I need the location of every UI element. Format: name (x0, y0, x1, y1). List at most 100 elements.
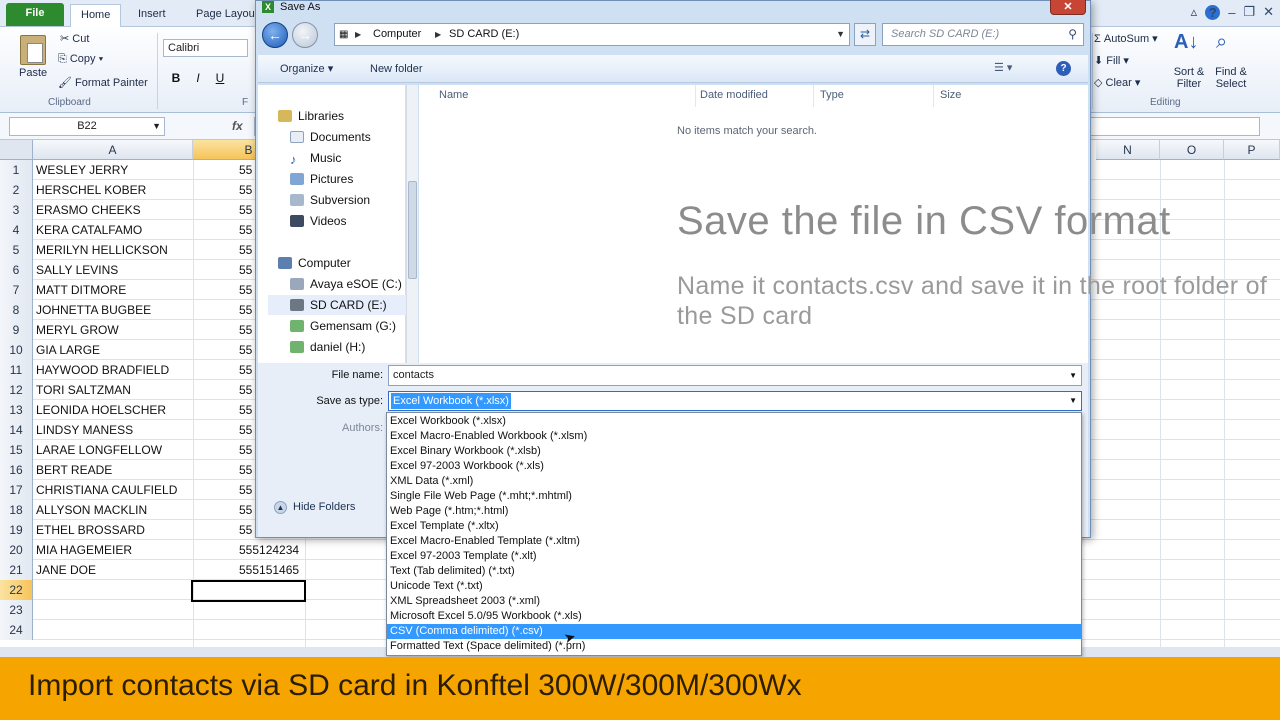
row-header[interactable]: 1 (0, 160, 33, 180)
select-all-corner[interactable] (0, 140, 33, 160)
nav-music[interactable]: ♪ Music (290, 148, 341, 168)
cell-phone[interactable]: 55 (239, 340, 252, 360)
cell-name[interactable]: CHRISTIANA CAULFIELD (36, 480, 177, 500)
cell-name[interactable]: JANE DOE (36, 560, 96, 580)
hide-folders-button[interactable]: ▲ Hide Folders (274, 501, 355, 514)
row-header[interactable]: 2 (0, 180, 33, 200)
save-type-option[interactable]: Web Page (*.htm;*.html) (387, 504, 1081, 519)
row-header[interactable]: 16 (0, 460, 33, 480)
cell-phone[interactable]: 55 (239, 300, 252, 320)
cell-phone[interactable]: 55 (239, 420, 252, 440)
breadcrumb-computer[interactable]: Computer (373, 24, 421, 45)
row-header[interactable]: 23 (0, 600, 33, 620)
row-header[interactable]: 4 (0, 220, 33, 240)
cell-phone[interactable]: 55 (239, 240, 252, 260)
dialog-close-button[interactable]: ✕ (1050, 0, 1086, 15)
save-type-option[interactable]: Excel Workbook (*.xlsx) (387, 414, 1081, 429)
paste-icon[interactable] (20, 35, 46, 65)
save-type-option[interactable]: Unicode Text (*.txt) (387, 579, 1081, 594)
nav-pictures[interactable]: Pictures (290, 169, 353, 189)
row-header[interactable]: 12 (0, 380, 33, 400)
cell-name[interactable]: TORI SALTZMAN (36, 380, 131, 400)
save-type-select[interactable]: Excel Workbook (*.xlsx) ▼ (388, 391, 1082, 411)
save-type-option[interactable]: XML Spreadsheet 2003 (*.xml) (387, 594, 1081, 609)
format-painter-button[interactable]: 🖌 Format Painter (58, 76, 148, 89)
row-header[interactable]: 15 (0, 440, 33, 460)
help-icon[interactable]: ? (1056, 61, 1071, 76)
nav-drive-c[interactable]: Avaya eSOE (C:) (290, 274, 402, 294)
row-header[interactable]: 6 (0, 260, 33, 280)
cell-phone[interactable]: 55 (239, 360, 252, 380)
cell-phone[interactable]: 55 (239, 220, 252, 240)
insert-function-button[interactable]: fx (232, 119, 243, 133)
cell-phone[interactable]: 55 (239, 180, 252, 200)
nav-drive-g[interactable]: Gemensam (G:) (290, 316, 396, 336)
cell-phone[interactable]: 55 (239, 380, 252, 400)
column-header-p[interactable]: P (1224, 140, 1280, 160)
cell-name[interactable]: LARAE LONGFELLOW (36, 440, 162, 460)
cell-name[interactable]: GIA LARGE (36, 340, 100, 360)
row-header[interactable]: 22 (0, 580, 33, 600)
cell-name[interactable]: ALLYSON MACKLIN (36, 500, 147, 520)
fill-button[interactable]: ⬇ Fill ▾ (1094, 54, 1129, 67)
tab-file[interactable]: File (6, 3, 64, 26)
close-icon[interactable]: ✕ (1263, 4, 1274, 20)
italic-button[interactable]: I (189, 69, 207, 87)
cell-phone[interactable]: 55 (239, 460, 252, 480)
minimize-icon[interactable]: – (1228, 5, 1235, 20)
save-type-option[interactable]: Excel 97-2003 Workbook (*.xls) (387, 459, 1081, 474)
cell-phone[interactable]: 55 (239, 160, 252, 180)
cell-name[interactable]: HAYWOOD BRADFIELD (36, 360, 169, 380)
cell-name[interactable]: WESLEY JERRY (36, 160, 128, 180)
nav-drive-h[interactable]: daniel (H:) (290, 337, 365, 357)
restore-icon[interactable]: ❐ (1243, 4, 1255, 20)
refresh-button[interactable]: ⇄ (854, 23, 876, 46)
nav-computer[interactable]: Computer (278, 253, 351, 273)
column-header-o[interactable]: O (1160, 140, 1224, 160)
cell-name[interactable]: LINDSY MANESS (36, 420, 133, 440)
nav-subversion[interactable]: Subversion (290, 190, 370, 210)
cell-name[interactable]: LEONIDA HOELSCHER (36, 400, 166, 420)
cell-phone[interactable]: 55 (239, 280, 252, 300)
breadcrumb-sd-card[interactable]: SD CARD (E:) (449, 24, 519, 45)
cell-name[interactable]: JOHNETTA BUGBEE (36, 300, 151, 320)
row-header[interactable]: 3 (0, 200, 33, 220)
save-type-option[interactable]: Single File Web Page (*.mht;*.mhtml) (387, 489, 1081, 504)
cell-name[interactable]: MERYL GROW (36, 320, 119, 340)
row-header[interactable]: 14 (0, 420, 33, 440)
chevron-down-icon[interactable]: ▼ (1069, 366, 1077, 385)
nav-drive-e[interactable]: SD CARD (E:) (268, 295, 406, 315)
chevron-down-icon[interactable]: ▼ (1069, 392, 1077, 410)
column-header-n[interactable]: N (1096, 140, 1160, 160)
forward-button[interactable]: → (292, 22, 318, 48)
save-type-option[interactable]: Formatted Text (Space delimited) (*.prn) (387, 639, 1081, 654)
navigation-scrollbar[interactable] (406, 85, 418, 363)
row-header[interactable]: 8 (0, 300, 33, 320)
breadcrumb-arrow-icon[interactable]: ▶ (355, 24, 361, 45)
save-type-option[interactable]: XML Data (*.xml) (387, 474, 1081, 489)
file-name-input[interactable]: contacts ▼ (388, 365, 1082, 386)
nav-videos[interactable]: Videos (290, 211, 346, 231)
row-header[interactable]: 9 (0, 320, 33, 340)
sort-icon[interactable]: A↓ (1174, 31, 1198, 54)
cut-button[interactable]: ✂ Cut (60, 32, 89, 45)
address-bar[interactable]: ▦ ▶ Computer ▶ SD CARD (E:) ▼ (334, 23, 850, 46)
save-type-option[interactable]: Excel Macro-Enabled Template (*.xltm) (387, 534, 1081, 549)
nav-libraries[interactable]: Libraries (278, 106, 344, 126)
column-size[interactable]: Size (940, 89, 961, 101)
save-type-option[interactable]: Microsoft Excel 5.0/95 Workbook (*.xls) (387, 609, 1081, 624)
cell-phone[interactable]: 555151465 (239, 560, 299, 580)
search-input[interactable]: Search SD CARD (E:) ⚲ (882, 23, 1084, 46)
cell-name[interactable]: BERT READE (36, 460, 112, 480)
autosum-button[interactable]: Σ AutoSum ▾ (1094, 32, 1158, 45)
cell-phone[interactable]: 55 (239, 400, 252, 420)
row-header[interactable]: 24 (0, 620, 33, 640)
clear-button[interactable]: ◇ Clear ▾ (1094, 76, 1140, 89)
row-header[interactable]: 11 (0, 360, 33, 380)
copy-button[interactable]: ⎘ Copy ▾ (58, 53, 103, 66)
name-box[interactable]: B22 ▼ (9, 117, 165, 136)
save-type-option[interactable]: Excel Macro-Enabled Workbook (*.xlsm) (387, 429, 1081, 444)
paste-button[interactable]: Paste (19, 67, 47, 79)
cell-name[interactable]: ETHEL BROSSARD (36, 520, 145, 540)
nav-documents[interactable]: Documents (290, 127, 371, 147)
